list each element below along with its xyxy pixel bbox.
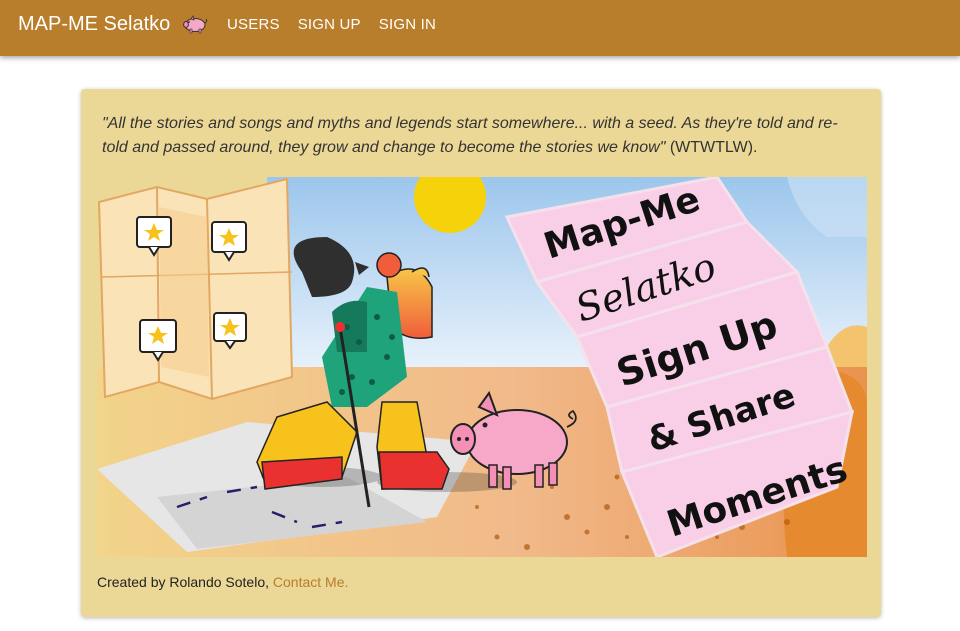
intro-card: "All the stories and songs and myths and… — [81, 89, 881, 617]
pig-icon — [183, 15, 208, 34]
brand-title: MAP-ME Selatko — [18, 13, 171, 35]
nav-link-sign-up[interactable]: SIGN UP — [298, 16, 361, 34]
quote-source: (WTWTLW). — [665, 139, 758, 156]
credit-text: Created by Rolando Sotelo, — [97, 574, 273, 590]
credit-line: Created by Rolando Sotelo, Contact Me. — [97, 573, 348, 591]
top-navbar: MAP-ME Selatko USERS SIGN UP SIGN IN — [0, 0, 960, 56]
nav-links: USERS SIGN UP SIGN IN — [227, 16, 454, 34]
quote: "All the stories and songs and myths and… — [102, 112, 862, 160]
brand-link[interactable]: MAP-ME Selatko — [18, 12, 208, 36]
contact-me-link[interactable]: Contact Me. — [273, 574, 348, 590]
nav-link-users[interactable]: USERS — [227, 16, 280, 34]
map-graphic — [97, 177, 294, 401]
nav-link-sign-in[interactable]: SIGN IN — [379, 16, 436, 34]
hero-illustration-art: Map-Me Selatko Sign Up & Share Moments — [97, 177, 867, 557]
hero-illustration: Map-Me Selatko Sign Up & Share Moments — [97, 177, 867, 557]
